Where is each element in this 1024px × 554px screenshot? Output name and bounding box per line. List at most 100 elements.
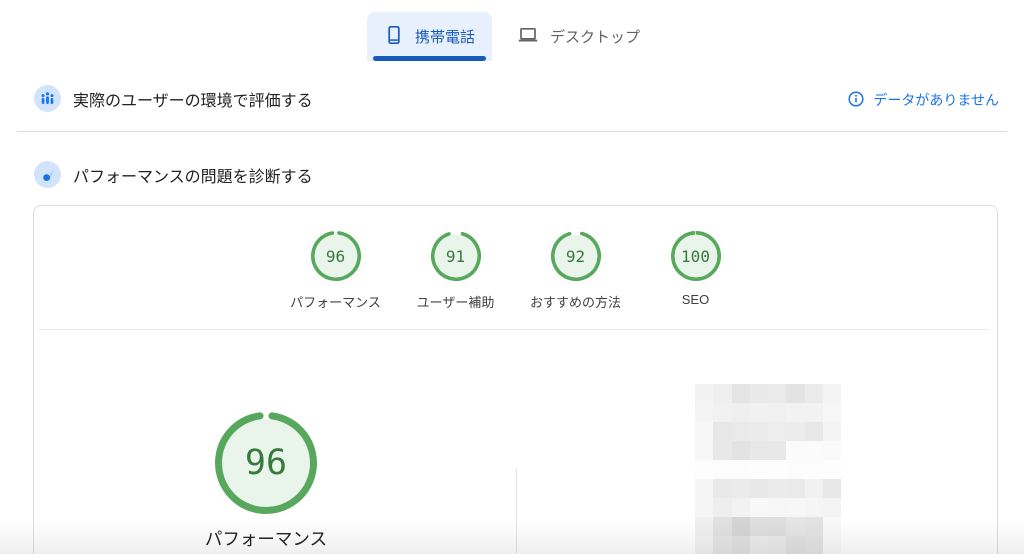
thumbnail-pixel bbox=[804, 479, 823, 498]
gauge-ring-accessibility: 91 bbox=[430, 230, 482, 282]
thumbnail-pixel bbox=[822, 403, 841, 422]
thumbnail-pixel bbox=[786, 384, 805, 403]
thumbnail-pixel bbox=[822, 460, 841, 479]
page-screenshot-thumbnail bbox=[695, 384, 841, 554]
thumbnail-pixel bbox=[822, 498, 841, 517]
thumbnail-pixel bbox=[786, 441, 805, 460]
smartphone-icon bbox=[384, 25, 404, 49]
thumbnail-pixel bbox=[749, 479, 768, 498]
thumbnail-pixel bbox=[804, 460, 823, 479]
gauge-ring-performance: 96 bbox=[310, 230, 362, 282]
thumbnail-pixel bbox=[749, 498, 768, 517]
thumbnail-pixel bbox=[768, 441, 787, 460]
lab-report-card: 96 パフォーマンス 91 ユーザー補助 92 おすすめの方法 100 SEO 96 パ… bbox=[33, 205, 998, 554]
thumbnail-pixel bbox=[822, 422, 841, 441]
no-data-link[interactable]: データがありません bbox=[848, 90, 999, 110]
gauge-label-performance: パフォーマンス bbox=[290, 295, 381, 310]
tab-mobile[interactable]: 携帯電話 bbox=[366, 12, 492, 61]
thumbnail-pixel bbox=[731, 536, 750, 554]
thumbnail-pixel bbox=[786, 536, 805, 554]
info-icon bbox=[848, 90, 864, 110]
thumbnail-pixel bbox=[786, 517, 805, 536]
thumbnail-pixel bbox=[768, 460, 787, 479]
gauge-accessibility[interactable]: 91 ユーザー補助 bbox=[396, 230, 516, 311]
thumbnail-pixel bbox=[822, 441, 841, 460]
gauge-best-practices[interactable]: 92 おすすめの方法 bbox=[516, 230, 636, 311]
gauge-ring-best-practices: 92 bbox=[550, 230, 602, 282]
thumbnail-pixel bbox=[768, 403, 787, 422]
gauge-label-seo: SEO bbox=[681, 292, 710, 307]
thumbnail-pixel bbox=[695, 536, 714, 554]
thumbnail-pixel bbox=[804, 441, 823, 460]
thumbnail-pixel bbox=[731, 441, 750, 460]
thumbnail-pixel bbox=[768, 479, 787, 498]
desktop-icon bbox=[517, 25, 539, 49]
thumbnail-pixel bbox=[713, 422, 732, 441]
thumbnail-pixel bbox=[731, 460, 750, 479]
vertical-divider bbox=[516, 469, 517, 554]
card-divider bbox=[38, 329, 989, 330]
featured-performance-gauge[interactable]: 96 bbox=[214, 411, 318, 515]
field-data-section-header: 実際のユーザーの環境で評価する bbox=[34, 85, 313, 112]
thumbnail-pixel bbox=[713, 460, 732, 479]
thumbnail-pixel bbox=[749, 460, 768, 479]
thumbnail-pixel bbox=[768, 517, 787, 536]
thumbnail-pixel bbox=[749, 536, 768, 554]
gauge-label-best-practices: おすすめの方法 bbox=[529, 295, 621, 310]
thumbnail-pixel bbox=[804, 384, 823, 403]
thumbnail-pixel bbox=[768, 422, 787, 441]
gauge-score-accessibility: 91 bbox=[445, 246, 466, 266]
thumbnail-pixel bbox=[804, 498, 823, 517]
thumbnail-pixel bbox=[731, 498, 750, 517]
thumbnail-pixel bbox=[695, 384, 714, 403]
field-data-title: 実際のユーザーの環境で評価する bbox=[73, 92, 313, 110]
thumbnail-pixel bbox=[713, 517, 732, 536]
speedometer-icon bbox=[34, 161, 61, 188]
category-scores-row: 96 パフォーマンス 91 ユーザー補助 92 おすすめの方法 100 SEO bbox=[34, 230, 997, 311]
thumbnail-pixel bbox=[786, 479, 805, 498]
tab-desktop[interactable]: デスクトップ bbox=[500, 12, 657, 61]
thumbnail-pixel bbox=[731, 384, 750, 403]
thumbnail-pixel bbox=[713, 441, 732, 460]
thumbnail-pixel bbox=[713, 536, 732, 554]
thumbnail-pixel bbox=[731, 422, 750, 441]
thumbnail-pixel bbox=[804, 422, 823, 441]
thumbnail-pixel bbox=[786, 422, 805, 441]
thumbnail-pixel bbox=[713, 498, 732, 517]
no-data-label: データがありません bbox=[873, 92, 999, 108]
tab-mobile-label: 携帯電話 bbox=[414, 29, 475, 46]
thumbnail-pixel bbox=[749, 422, 768, 441]
gauge-seo[interactable]: 100 SEO bbox=[636, 230, 756, 311]
thumbnail-pixel bbox=[713, 384, 732, 403]
gauge-score-best-practices: 92 bbox=[565, 246, 586, 266]
diagnose-title: パフォーマンスの問題を診断する bbox=[73, 168, 313, 186]
thumbnail-pixel bbox=[695, 479, 714, 498]
thumbnail-pixel bbox=[749, 517, 768, 536]
thumbnail-pixel bbox=[768, 384, 787, 403]
thumbnail-pixel bbox=[768, 536, 787, 554]
field-data-icon bbox=[34, 85, 61, 112]
thumbnail-pixel bbox=[749, 441, 768, 460]
thumbnail-pixel bbox=[822, 384, 841, 403]
thumbnail-pixel bbox=[804, 403, 823, 422]
featured-gauge-label: パフォーマンス bbox=[204, 529, 328, 549]
diagnose-section-header: パフォーマンスの問題を診断する bbox=[34, 161, 313, 188]
thumbnail-pixel bbox=[749, 403, 768, 422]
thumbnail-pixel bbox=[713, 479, 732, 498]
tab-selected-underline bbox=[372, 56, 486, 61]
thumbnail-pixel bbox=[695, 517, 714, 536]
thumbnail-pixel bbox=[695, 498, 714, 517]
thumbnail-pixel bbox=[804, 517, 823, 536]
thumbnail-pixel bbox=[822, 479, 841, 498]
featured-gauge-score: 96 bbox=[244, 443, 288, 483]
thumbnail-pixel bbox=[768, 498, 787, 517]
thumbnail-pixel bbox=[731, 517, 750, 536]
thumbnail-pixel bbox=[786, 498, 805, 517]
thumbnail-pixel bbox=[804, 536, 823, 554]
gauge-score-performance: 96 bbox=[325, 246, 346, 266]
tab-desktop-label: デスクトップ bbox=[550, 29, 641, 46]
gauge-score-seo: 100 bbox=[681, 246, 710, 266]
thumbnail-pixel bbox=[749, 384, 768, 403]
gauge-performance[interactable]: 96 パフォーマンス bbox=[276, 230, 396, 311]
thumbnail-pixel bbox=[695, 403, 714, 422]
